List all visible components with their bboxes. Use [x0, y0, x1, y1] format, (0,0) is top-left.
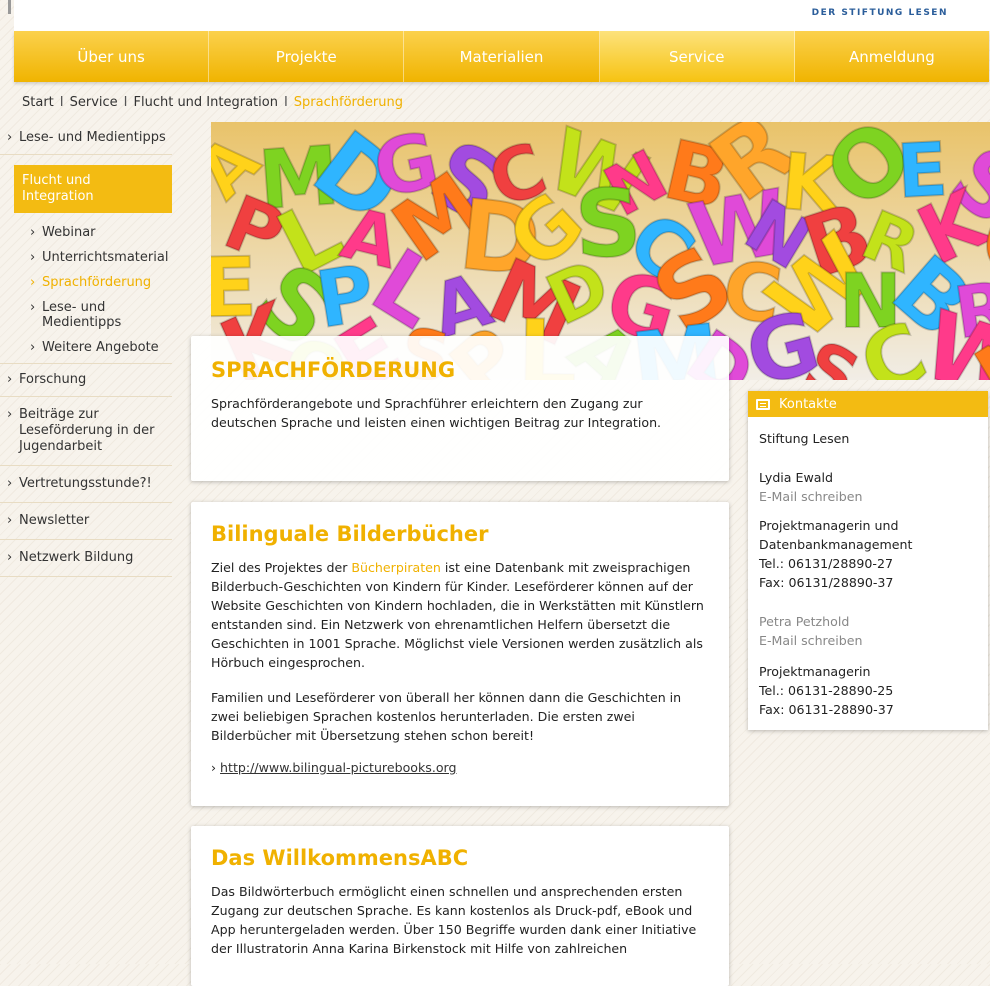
- chevron-right-icon: ›: [7, 372, 13, 387]
- contact-box: Kontakte Stiftung Lesen Lydia Ewald E-Ma…: [748, 391, 988, 730]
- chevron-right-icon: ›: [7, 130, 13, 145]
- chevron-right-icon: ›: [7, 476, 13, 491]
- contact-person-1-email-link[interactable]: E-Mail schreiben: [759, 487, 862, 506]
- sidebar-sub-weitere-angebote[interactable]: › Weitere Angebote: [0, 336, 172, 364]
- brand-text: DER STIFTUNG LESEN: [811, 8, 948, 18]
- bilingual-paragraph-1: Ziel des Projektes der Bücherpiraten ist…: [211, 560, 704, 670]
- contact-person-1-role-2: Datenbankmanagement: [759, 537, 913, 552]
- sidebar-sub-unterrichtsmaterial[interactable]: › Unterrichtsmaterial: [0, 246, 172, 271]
- contact-org: Stiftung Lesen: [759, 431, 850, 446]
- sidebar-item-newsletter[interactable]: › Newsletter: [0, 503, 172, 540]
- contact-person-1-role-1: Projektmanagerin und: [759, 518, 899, 533]
- sidebar-item-beitraege[interactable]: › Beiträge zur Leseförderung in der Jugen…: [0, 397, 172, 466]
- chat-bubble-icon: [756, 398, 770, 410]
- nav-projekte[interactable]: Projekte: [209, 31, 405, 82]
- bilingual-title: Bilinguale Bilderbücher: [211, 522, 489, 546]
- chevron-right-icon: ›: [30, 250, 36, 265]
- intro-card: SPRACHFÖRDERUNG Sprachförderangebote und…: [191, 336, 729, 481]
- contact-person-2-role: Projektmanagerin: [759, 664, 871, 679]
- breadcrumb-service[interactable]: Service: [70, 95, 118, 110]
- contact-header: Kontakte: [748, 391, 988, 417]
- chevron-right-icon: ›: [211, 760, 221, 775]
- buecherpiraten-link[interactable]: Bücherpiraten: [351, 560, 441, 575]
- sidebar-item-lese-medientipps[interactable]: › Lese- und Medientipps: [0, 122, 172, 155]
- nav-anmeldung[interactable]: Anmeldung: [795, 31, 989, 82]
- breadcrumb-start[interactable]: Start: [22, 95, 54, 110]
- chevron-right-icon: ›: [7, 407, 13, 422]
- contact-person-2-fax: Fax: 06131-28890-37: [759, 702, 894, 717]
- chevron-right-icon: ›: [7, 513, 13, 528]
- sidebar-item-forschung[interactable]: › Forschung: [0, 364, 172, 397]
- sidebar-sub-webinar[interactable]: › Webinar: [0, 221, 172, 246]
- intro-text: Sprachförderangebote und Sprachführer er…: [211, 396, 662, 430]
- contact-person-1-name: Lydia Ewald: [759, 470, 833, 485]
- chevron-right-icon: ›: [30, 225, 36, 240]
- main-navigation: Über uns Projekte Materialien Service An…: [14, 31, 989, 82]
- willkommen-card: Das WillkommensABC Das Bildwörterbuch er…: [191, 826, 729, 986]
- breadcrumb: Start I Service I Flucht und Integration I Spr…: [22, 95, 403, 110]
- sidebar-item-flucht-integration[interactable]: Flucht und Integration: [14, 165, 172, 213]
- breadcrumb-separator: I: [59, 95, 64, 110]
- contact-title: Kontakte: [779, 396, 837, 412]
- sidebar: › Lese- und Medientipps Flucht und Integr…: [0, 122, 172, 577]
- chevron-right-icon: ›: [30, 275, 36, 290]
- sidebar-item-netzwerk-bildung[interactable]: › Netzwerk Bildung: [0, 540, 172, 577]
- chevron-right-icon: ›: [30, 340, 36, 355]
- contact-person-2-name: Petra Petzhold: [759, 614, 850, 629]
- contact-person-2-email-link[interactable]: E-Mail schreiben: [759, 631, 862, 650]
- willkommen-title: Das WillkommensABC: [211, 846, 469, 870]
- sidebar-item-vertretungsstunde[interactable]: › Vertretungsstunde?!: [0, 466, 172, 503]
- willkommen-text: Das Bildwörterbuch ermöglicht einen schn…: [211, 884, 697, 956]
- chevron-right-icon: ›: [30, 300, 36, 315]
- chevron-right-icon: ›: [7, 550, 13, 565]
- bilingual-paragraph-2: Familien und Leseförderer von überall he…: [211, 690, 682, 743]
- sidebar-sub-sprachfoerderung[interactable]: › Sprachförderung: [0, 271, 172, 296]
- bilingual-link-line: › http://www.bilingual-picturebooks.org: [211, 758, 711, 777]
- contact-person-2-tel: Tel.: 06131-28890-25: [759, 683, 894, 698]
- contact-person-1-fax: Fax: 06131/28890-37: [759, 575, 894, 590]
- contact-person-1-tel: Tel.: 06131/28890-27: [759, 556, 893, 571]
- breadcrumb-separator: I: [123, 95, 128, 110]
- bilingual-url-link[interactable]: http://www.bilingual-picturebooks.org: [220, 760, 456, 775]
- bilingual-card: Bilinguale Bilderbücher Ziel des Projekt…: [191, 502, 729, 806]
- nav-materialien[interactable]: Materialien: [404, 31, 600, 82]
- nav-ueber-uns[interactable]: Über uns: [14, 31, 210, 82]
- breadcrumb-flucht[interactable]: Flucht und Integration: [134, 95, 278, 110]
- page-edge-mark: [8, 0, 11, 14]
- page-title: SPRACHFÖRDERUNG: [211, 358, 456, 382]
- nav-service[interactable]: Service: [599, 31, 795, 82]
- top-bar: DER STIFTUNG LESEN: [14, 0, 990, 31]
- sidebar-sub-lese-medientipps[interactable]: › Lese- und Medientipps: [0, 296, 172, 336]
- breadcrumb-current: Sprachförderung: [293, 95, 403, 110]
- breadcrumb-separator: I: [283, 95, 288, 110]
